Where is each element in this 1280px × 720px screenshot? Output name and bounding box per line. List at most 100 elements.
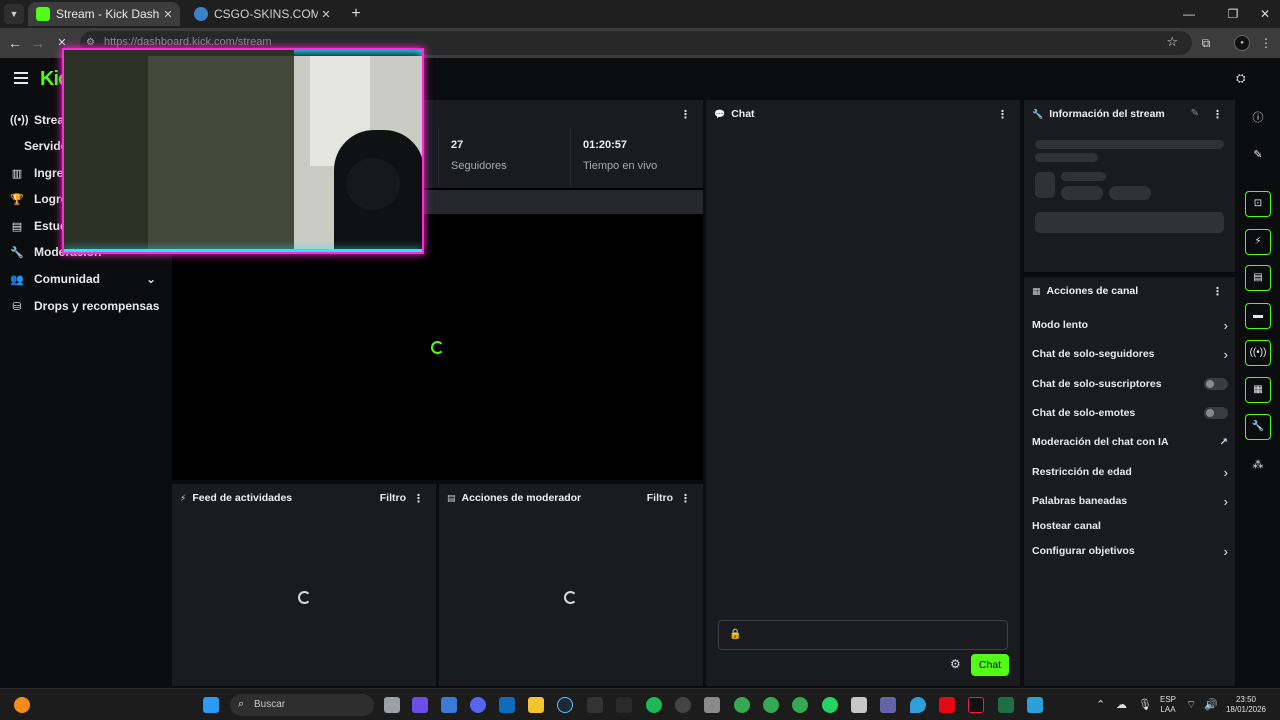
- edit-pencil-icon[interactable]: ✎: [1191, 108, 1199, 119]
- activity-filter-button[interactable]: Filtro: [380, 492, 406, 504]
- mod-menu-icon[interactable]: ⋮: [680, 492, 691, 505]
- microphone-icon[interactable]: 🎙: [1138, 698, 1152, 711]
- subscribers-only-toggle[interactable]: [1204, 378, 1228, 390]
- taskbar-search[interactable]: ⌕ Buscar: [230, 694, 374, 716]
- app-icon[interactable]: [616, 697, 632, 713]
- browser-tab-kick-dashboard[interactable]: Stream - Kick Dashboard ✕: [28, 2, 180, 26]
- chrome-icon[interactable]: [792, 697, 808, 713]
- action-modo-lento[interactable]: Modo lento ›: [1032, 313, 1228, 337]
- windows-taskbar: ⌕ Buscar ⌃ ☁ 🎙 ESP LAA ⌔ 🔊 23:50 18/01/2…: [0, 688, 1280, 720]
- store-icon[interactable]: [441, 697, 457, 713]
- obs-icon[interactable]: [675, 697, 691, 713]
- outlook-icon[interactable]: [499, 697, 515, 713]
- task-view-icon[interactable]: [384, 697, 400, 713]
- broadcast-icon[interactable]: ((•)): [1245, 340, 1271, 366]
- windows-start-icon[interactable]: [203, 697, 219, 713]
- activity-menu-icon[interactable]: ⋮: [413, 492, 424, 505]
- maximize-button[interactable]: ❐: [1220, 4, 1246, 24]
- close-icon[interactable]: ✕: [160, 8, 176, 21]
- keyboard-layout: LAA: [1160, 705, 1176, 714]
- channel-actions-menu-icon[interactable]: ⋮: [1212, 285, 1223, 298]
- whatsapp-icon[interactable]: [822, 697, 838, 713]
- user-menu-icon[interactable]: ⛭: [1236, 71, 1246, 86]
- teams-icon[interactable]: [880, 697, 896, 713]
- tiktok-icon[interactable]: [968, 697, 984, 713]
- chat-bubble-icon[interactable]: ▬: [1245, 303, 1271, 329]
- close-icon[interactable]: ✕: [318, 8, 334, 21]
- onedrive-icon[interactable]: ☁: [1116, 698, 1127, 711]
- chrome-icon[interactable]: [734, 697, 750, 713]
- live-time-value: 01:20:57: [583, 139, 628, 151]
- pencil-icon[interactable]: ✎: [1245, 142, 1271, 168]
- tab-title: CSGO-SKINS.COM - Los mejore: [214, 7, 318, 21]
- clipboard-icon: ▤: [447, 492, 456, 503]
- volume-icon[interactable]: 🔊: [1204, 698, 1218, 711]
- new-tab-button[interactable]: +: [346, 4, 366, 24]
- tab-search-button[interactable]: ▼: [4, 4, 24, 24]
- action-restriccion-edad[interactable]: Restricción de edad ›: [1032, 460, 1228, 484]
- lock-icon: 🔒: [729, 629, 742, 640]
- extensions-icon[interactable]: ⧉: [1196, 33, 1216, 53]
- chevron-down-icon[interactable]: ⌄: [146, 272, 156, 286]
- action-palabras-baneadas[interactable]: Palabras baneadas ›: [1032, 489, 1228, 513]
- app-icon[interactable]: [704, 697, 720, 713]
- epic-games-icon[interactable]: [587, 697, 603, 713]
- drop-icon[interactable]: [910, 697, 926, 713]
- copilot-icon[interactable]: [412, 697, 428, 713]
- minimize-button[interactable]: —: [1176, 4, 1202, 24]
- chat-bubble-icon: 💬: [714, 108, 726, 119]
- clock[interactable]: 23:50 18/01/2026: [1222, 695, 1270, 715]
- emotes-only-toggle[interactable]: [1204, 407, 1228, 419]
- channel-info-icon[interactable]: ▦: [1245, 377, 1271, 403]
- action-moderacion-ia[interactable]: Moderación del chat con IA ↗: [1032, 430, 1228, 454]
- more-apps-icon[interactable]: ⁂: [1245, 452, 1271, 478]
- profile-avatar[interactable]: ●: [1234, 35, 1250, 51]
- action-label: Moderación del chat con IA: [1032, 436, 1169, 448]
- tab-title: Stream - Kick Dashboard: [56, 7, 160, 21]
- widgets-icon[interactable]: [14, 697, 30, 713]
- chat-menu-icon[interactable]: ⋮: [997, 108, 1008, 121]
- discord-icon[interactable]: [470, 697, 486, 713]
- excel-icon[interactable]: [998, 697, 1014, 713]
- mod-filter-button[interactable]: Filtro: [647, 492, 673, 504]
- action-configurar-objetivos[interactable]: Configurar objetivos ›: [1032, 539, 1228, 563]
- lightning-icon: ⚡: [180, 492, 187, 503]
- spotify-icon[interactable]: [646, 697, 662, 713]
- clipboard-icon[interactable]: ▤: [1245, 265, 1271, 291]
- chevron-up-icon[interactable]: ⌃: [1096, 698, 1105, 711]
- menu-icon[interactable]: [14, 72, 28, 84]
- action-solo-seguidores[interactable]: Chat de solo-seguidores ›: [1032, 342, 1228, 366]
- browser-tab-csgo-skins[interactable]: CSGO-SKINS.COM - Los mejore ✕: [186, 2, 338, 26]
- stream-panel-menu-icon[interactable]: ⋮: [680, 108, 691, 121]
- stream-info-menu-icon[interactable]: ⋮: [1212, 108, 1223, 121]
- sidebar-item-drops[interactable]: ⛁ Drops y recompensas: [10, 294, 159, 318]
- wrench-icon: 🔧: [1032, 108, 1044, 119]
- browser-menu-icon[interactable]: ⋮: [1256, 33, 1276, 53]
- steam-icon[interactable]: [557, 697, 573, 713]
- taskbar-search-text: Buscar: [254, 699, 286, 710]
- mod-actions-title: ▤ Acciones de moderador: [447, 492, 581, 504]
- chat-settings-gear-icon[interactable]: ⚙: [950, 657, 961, 671]
- chat-panel: 💬 Chat ⋮ 🔒 ⚙ Chat: [706, 100, 1020, 686]
- notepad-icon[interactable]: [1027, 697, 1043, 713]
- window-close-button[interactable]: ✕: [1252, 4, 1278, 24]
- skeleton-line: [1035, 140, 1224, 149]
- file-explorer-icon[interactable]: [528, 697, 544, 713]
- calculator-icon[interactable]: [851, 697, 867, 713]
- bookmark-star-icon[interactable]: ☆: [1166, 34, 1178, 50]
- wifi-icon[interactable]: ⌔: [1186, 698, 1196, 712]
- trophy-icon: 🏆: [10, 193, 24, 206]
- screen-capture-icon[interactable]: ⊡: [1245, 191, 1271, 217]
- forward-button[interactable]: →: [28, 33, 48, 53]
- sidebar-item-comunidad[interactable]: 👥 Comunidad ⌄: [10, 267, 160, 291]
- back-button[interactable]: ←: [5, 33, 25, 53]
- language-indicator[interactable]: ESP LAA: [1158, 695, 1178, 715]
- chat-message-input[interactable]: 🔒: [718, 620, 1008, 650]
- chrome-icon[interactable]: [763, 697, 779, 713]
- chat-send-button[interactable]: Chat: [971, 654, 1009, 676]
- action-hostear-canal[interactable]: Hostear canal: [1032, 514, 1228, 538]
- netflix-icon[interactable]: [939, 697, 955, 713]
- wrench-icon[interactable]: 🔧: [1245, 414, 1271, 440]
- info-icon[interactable]: ⓘ: [1245, 105, 1271, 131]
- lightning-icon[interactable]: ⚡: [1245, 229, 1271, 255]
